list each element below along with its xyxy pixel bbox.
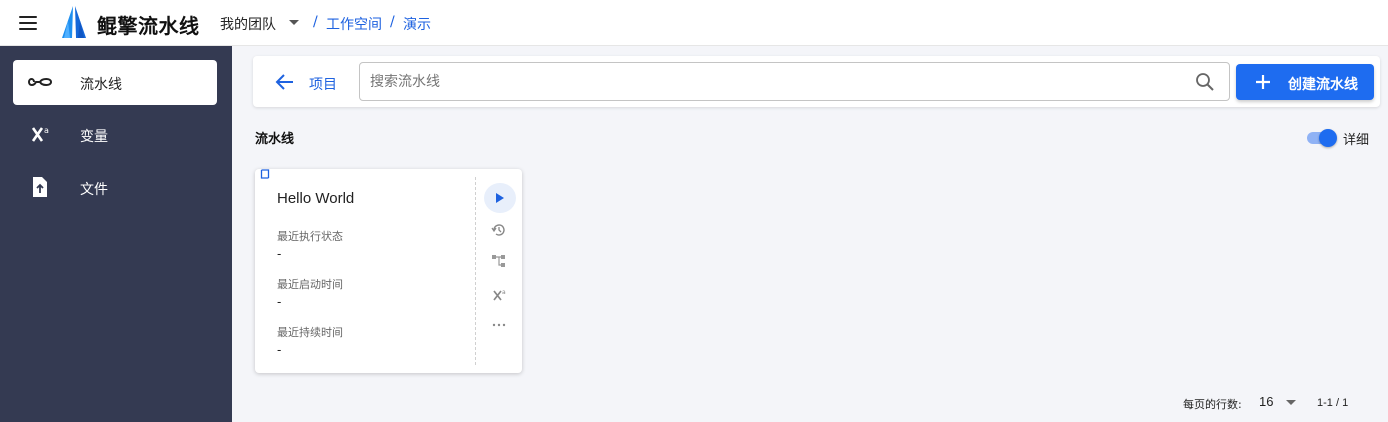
pipeline-title[interactable]: Hello World <box>277 190 354 207</box>
search-icon[interactable] <box>1195 72 1215 92</box>
sidebar-item-label: 文件 <box>80 182 108 198</box>
app-title: 鲲擎流水线 <box>97 14 200 38</box>
svg-text:a: a <box>44 126 49 135</box>
field-label: 最近启动时间 <box>277 278 343 291</box>
menu-icon[interactable] <box>18 13 40 33</box>
detail-toggle-label: 详细 <box>1343 133 1370 148</box>
bookmark-icon[interactable] <box>260 169 270 181</box>
sidebar-item-variables[interactable]: a 变量 <box>13 112 217 157</box>
breadcrumb-project[interactable]: 演示 <box>403 14 431 34</box>
field-value: - <box>277 294 282 309</box>
sidebar-item-files[interactable]: 文件 <box>13 165 217 210</box>
sidebar-item-pipelines[interactable]: 流水线 <box>13 60 217 105</box>
section-title: 流水线 <box>255 132 295 147</box>
rows-per-page-label: 每页的行数: <box>1183 398 1242 411</box>
history-button[interactable] <box>484 215 516 245</box>
breadcrumb-separator: / <box>313 14 318 30</box>
chevron-down-icon <box>1286 400 1296 405</box>
team-selector[interactable]: 我的团队 <box>220 14 276 34</box>
play-icon <box>496 193 504 203</box>
breadcrumb-separator: / <box>390 14 395 30</box>
field-label: 最近执行状态 <box>277 230 343 243</box>
search-field[interactable] <box>359 62 1230 101</box>
run-pipeline-button[interactable] <box>484 183 516 213</box>
graph-view-button[interactable] <box>484 246 516 276</box>
svg-text:a: a <box>502 289 506 296</box>
infinity-icon <box>27 78 53 86</box>
card-divider <box>475 177 476 365</box>
field-label: 最近持续时间 <box>277 326 343 339</box>
tree-icon <box>492 255 505 267</box>
rows-per-page-select[interactable]: 16 <box>1253 390 1299 414</box>
more-icon <box>492 323 506 327</box>
variables-button[interactable]: a <box>484 279 516 309</box>
chevron-down-icon[interactable] <box>289 20 299 25</box>
rows-per-page-value: 16 <box>1259 394 1274 409</box>
create-pipeline-button[interactable]: 创建流水线 <box>1236 64 1374 100</box>
breadcrumb-workspace[interactable]: 工作空间 <box>326 14 382 34</box>
top-app-bar: 鲲擎流水线 我的团队 / 工作空间 / 演示 <box>0 0 1388 46</box>
variable-icon: a <box>493 289 506 301</box>
variable-icon: a <box>31 126 49 142</box>
field-value: - <box>277 246 282 261</box>
pipelines-toolbar: 项目 创建流水线 <box>253 56 1380 107</box>
history-icon <box>491 224 505 236</box>
sidebar-item-label: 变量 <box>80 129 108 145</box>
plus-icon <box>1256 75 1270 89</box>
toggle-knob <box>1319 129 1337 147</box>
create-pipeline-label: 创建流水线 <box>1288 77 1358 93</box>
detail-toggle[interactable] <box>1307 129 1337 147</box>
app-logo-icon <box>62 6 86 38</box>
sidebar: 流水线 a 变量 文件 <box>0 46 232 422</box>
more-button[interactable] <box>484 310 516 340</box>
file-upload-icon <box>33 177 47 197</box>
pipeline-card[interactable]: Hello World 最近执行状态 - 最近启动时间 - 最近持续时间 - a <box>255 169 522 373</box>
arrow-left-icon <box>275 74 293 90</box>
back-label: 项目 <box>309 77 337 93</box>
sidebar-item-label: 流水线 <box>80 77 122 93</box>
pagination-range: 1-1 / 1 <box>1317 397 1349 409</box>
search-input[interactable] <box>370 71 1170 93</box>
back-to-projects-button[interactable]: 项目 <box>267 67 347 97</box>
field-value: - <box>277 342 282 357</box>
